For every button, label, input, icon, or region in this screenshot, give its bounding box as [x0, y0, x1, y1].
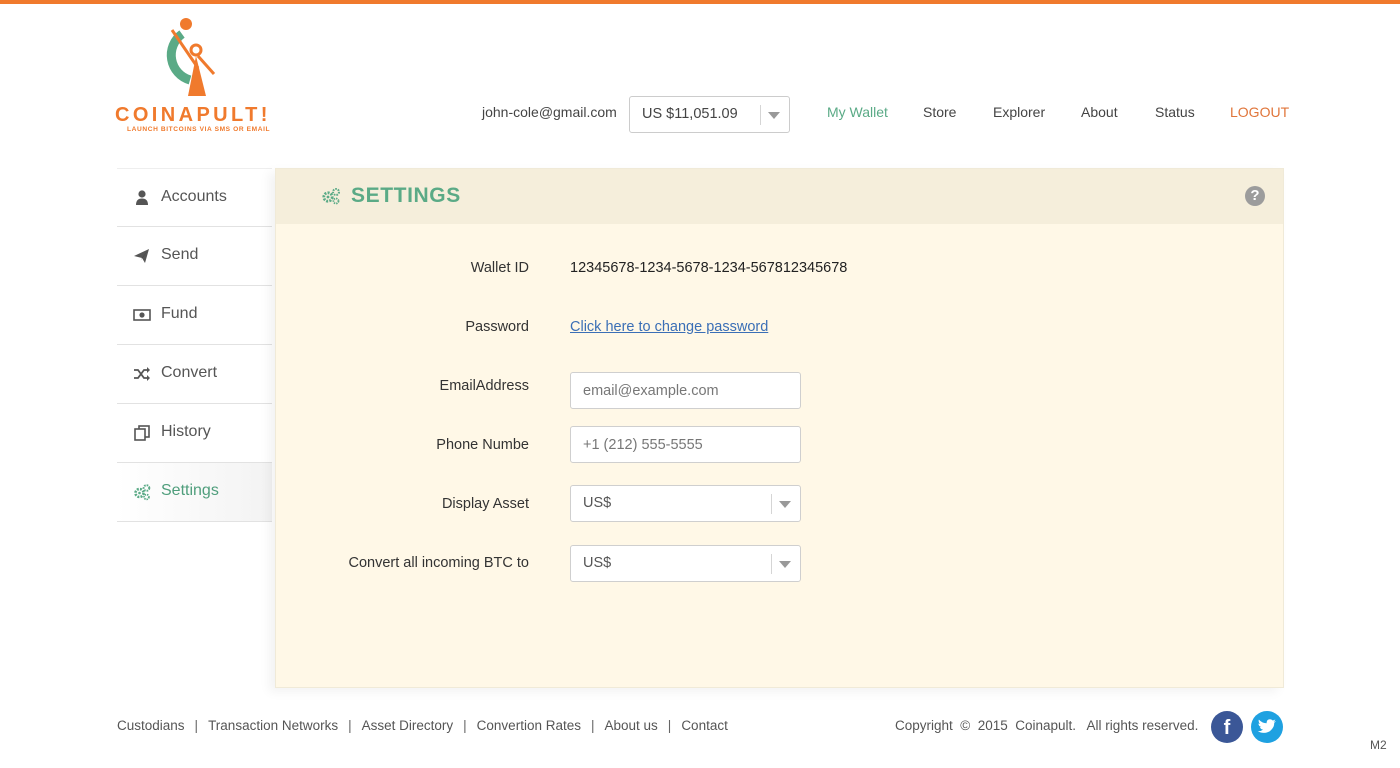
select-divider [760, 105, 761, 125]
balance-value: US $11,051.09 [642, 106, 738, 122]
sidebar: Accounts Send Fund Convert History Setti… [117, 168, 272, 522]
display-asset-label: Display Asset [441, 496, 529, 512]
footer-link-asset-directory[interactable]: Asset Directory [362, 718, 454, 733]
twitter-icon[interactable] [1251, 711, 1283, 743]
settings-header: SETTINGS ? [276, 169, 1283, 224]
sidebar-item-send[interactable]: Send [117, 227, 272, 286]
footer-link-about-us[interactable]: About us [605, 718, 658, 733]
select-divider [771, 494, 772, 514]
copyright: Copyright © 2015 Coinapult. All rights r… [895, 718, 1199, 733]
convert-btc-value: US$ [583, 555, 612, 571]
nav-about[interactable]: About [1081, 104, 1118, 120]
footer-separator: | [463, 718, 467, 733]
footer-link-transaction-networks[interactable]: Transaction Networks [208, 718, 338, 733]
sidebar-item-convert[interactable]: Convert [117, 345, 272, 404]
settings-panel: SETTINGS ? Wallet ID 12345678-1234-5678-… [275, 168, 1284, 688]
change-password-link[interactable]: Click here to change password [570, 319, 768, 335]
sidebar-item-settings[interactable]: Settings [117, 463, 272, 522]
wallet-id-label: Wallet ID [470, 260, 529, 276]
sidebar-item-label: Send [161, 246, 199, 263]
sidebar-item-label: History [161, 423, 211, 440]
copy-icon [134, 425, 150, 441]
display-asset-value: US$ [583, 495, 612, 511]
nav-my-wallet[interactable]: My Wallet [827, 104, 888, 120]
sidebar-item-fund[interactable]: Fund [117, 286, 272, 345]
convert-btc-label: Convert all incoming BTC to [348, 555, 529, 571]
chevron-down-icon [768, 112, 780, 119]
footer-link-convertion-rates[interactable]: Convertion Rates [477, 718, 581, 733]
page-title: SETTINGS [351, 184, 461, 207]
phone-field-wrapper [570, 426, 801, 463]
sidebar-item-label: Accounts [161, 188, 227, 205]
phone-label: Phone Numbe [436, 437, 529, 453]
nav-store[interactable]: Store [923, 104, 956, 120]
logo-tagline: LAUNCH BITCOINS VIA SMS OR EMAIL [127, 126, 271, 133]
email-field[interactable] [571, 373, 800, 408]
password-label: Password [465, 319, 529, 335]
select-divider [771, 554, 772, 574]
shuffle-icon [134, 367, 150, 381]
footer-separator: | [194, 718, 199, 733]
footer-link-custodians[interactable]: Custodians [117, 718, 185, 733]
logo[interactable]: COINAPULT! LAUNCH BITCOINS VIA SMS OR EM… [112, 14, 274, 138]
nav-explorer[interactable]: Explorer [993, 104, 1045, 120]
display-asset-select[interactable]: US$ [570, 485, 801, 522]
sidebar-item-label: Convert [161, 364, 218, 381]
chevron-down-icon [779, 501, 791, 508]
paper-plane-icon [134, 249, 149, 263]
gears-icon [322, 188, 340, 205]
user-icon [136, 190, 148, 205]
version-label: M2 [1370, 738, 1387, 752]
footer-separator: | [590, 718, 595, 733]
sidebar-item-label: Settings [161, 482, 219, 499]
twitter-bird-icon [1257, 719, 1276, 733]
email-label: EmailAddress [439, 378, 529, 394]
footer-links: Custodians | Transaction Networks | Asset Di… [117, 718, 728, 733]
wallet-id-value: 12345678-1234-5678-1234-567812345678 [570, 260, 848, 276]
sidebar-item-history[interactable]: History [117, 404, 272, 463]
footer-separator: | [667, 718, 672, 733]
logout-link[interactable]: LOGOUT [1230, 104, 1289, 120]
money-icon [133, 309, 151, 321]
phone-field[interactable] [571, 427, 800, 462]
logo-wordmark: COINAPULT! [115, 104, 271, 126]
sidebar-item-label: Fund [161, 305, 198, 322]
top-accent-bar [0, 0, 1400, 4]
catapult-logo-icon [166, 18, 216, 96]
balance-select[interactable]: US $11,051.09 [629, 96, 790, 133]
facebook-icon[interactable]: f [1211, 711, 1243, 743]
sidebar-item-accounts[interactable]: Accounts [117, 168, 272, 227]
help-icon[interactable]: ? [1245, 186, 1265, 206]
convert-btc-select[interactable]: US$ [570, 545, 801, 582]
nav-status[interactable]: Status [1155, 104, 1195, 120]
gears-icon [134, 484, 151, 501]
footer-separator: | [348, 718, 352, 733]
footer-link-contact[interactable]: Contact [681, 718, 728, 733]
chevron-down-icon [779, 561, 791, 568]
email-field-wrapper [570, 372, 801, 409]
user-email: john-cole@gmail.com [482, 104, 617, 120]
